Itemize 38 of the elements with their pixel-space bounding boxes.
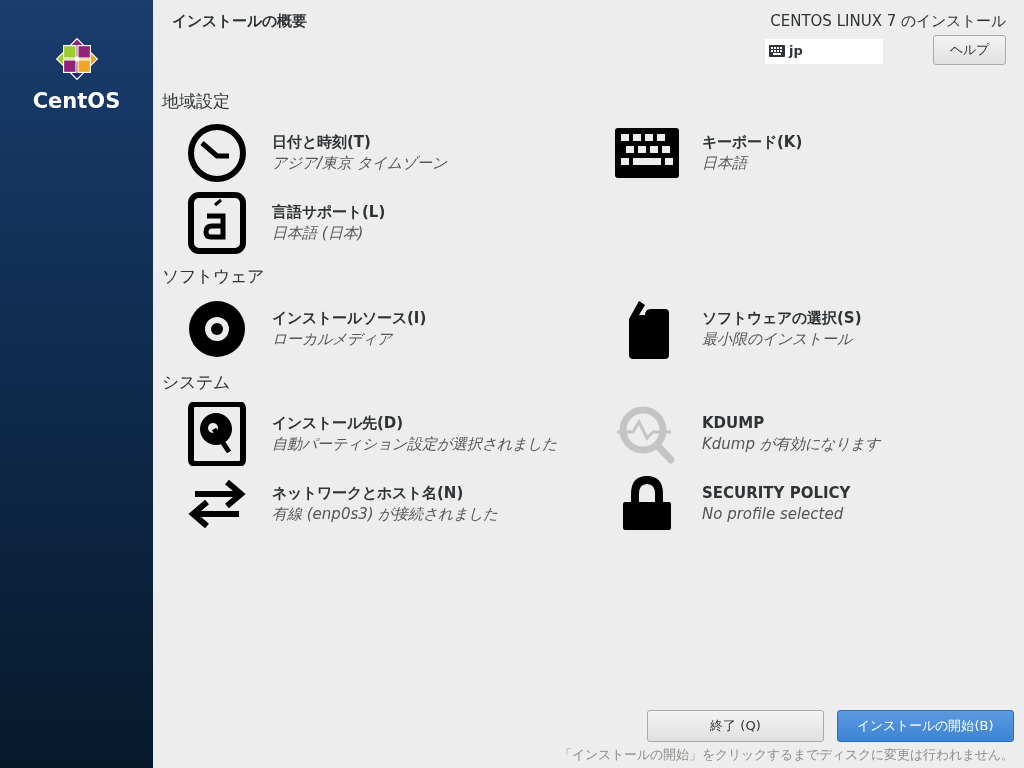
- product-title: CENTOS LINUX 7 のインストール: [770, 11, 1006, 32]
- spoke-item[interactable]: インストール先(D) 自動パーティション設定が選択されました: [185, 399, 615, 469]
- spoke-status: 有線 (enp0s3) が接続されました: [272, 504, 499, 525]
- spoke-title: インストール先(D): [272, 413, 405, 434]
- section-heading: ソフトウェア: [162, 265, 265, 288]
- spoke-status: No profile selected: [702, 504, 845, 525]
- spoke-status: 自動パーティション設定が選択されました: [272, 434, 557, 455]
- spoke-item[interactable]: 言語サポート(L) 日本語 (日本): [185, 188, 615, 258]
- spoke-title: SECURITY POLICY: [702, 483, 851, 504]
- keyboard-icon: [769, 45, 785, 57]
- section-heading: システム: [162, 370, 231, 394]
- footer-note: 「インストールの開始」をクリックするまでディスクに変更は行われません。: [559, 745, 1014, 764]
- spoke-item[interactable]: KDUMP Kdump が有効になります: [615, 399, 1024, 469]
- help-button[interactable]: ヘルプ: [933, 34, 1006, 65]
- spoke-title: 日付と時刻(T): [272, 132, 372, 153]
- spoke-item[interactable]: ソフトウェアの選択(S) 最小限のインストール: [615, 293, 1024, 364]
- keyboard-layout-field[interactable]: jp: [765, 38, 883, 64]
- spoke-status: Kdump が有効になります: [702, 434, 880, 455]
- spoke-item[interactable]: 日付と時刻(T) アジア/東京 タイムゾーン: [185, 118, 615, 188]
- spoke-status: アジア/東京 タイムゾーン: [272, 153, 447, 174]
- centos-logo-text: CentOS: [32, 88, 121, 115]
- spoke-status: 最小限のインストール: [702, 328, 854, 350]
- spoke-title: ソフトウェアの選択(S): [702, 307, 862, 329]
- spoke-status: 日本語 (日本): [272, 223, 365, 244]
- spoke-item[interactable]: SECURITY POLICY No profile selected: [615, 469, 1024, 539]
- spoke-item[interactable]: インストールソース(I) ローカルメディア: [185, 293, 615, 364]
- quit-button[interactable]: 終了 (Q): [647, 709, 824, 742]
- spoke-status: 日本語: [702, 153, 750, 174]
- section-heading: 地域設定: [162, 89, 231, 113]
- spoke-status: ローカルメディア: [272, 328, 394, 350]
- spoke-title: インストールソース(I): [272, 307, 427, 329]
- page-title: インストールの概要: [172, 11, 307, 32]
- spoke-title: 言語サポート(L): [272, 202, 386, 223]
- spoke-item[interactable]: ネットワークとホスト名(N) 有線 (enp0s3) が接続されました: [185, 469, 615, 539]
- spoke-title: キーボード(K): [702, 132, 803, 153]
- spoke-title: ネットワークとホスト名(N): [272, 483, 465, 504]
- spoke-title: KDUMP: [702, 413, 766, 434]
- spoke-item[interactable]: キーボード(K) 日本語: [615, 118, 1024, 188]
